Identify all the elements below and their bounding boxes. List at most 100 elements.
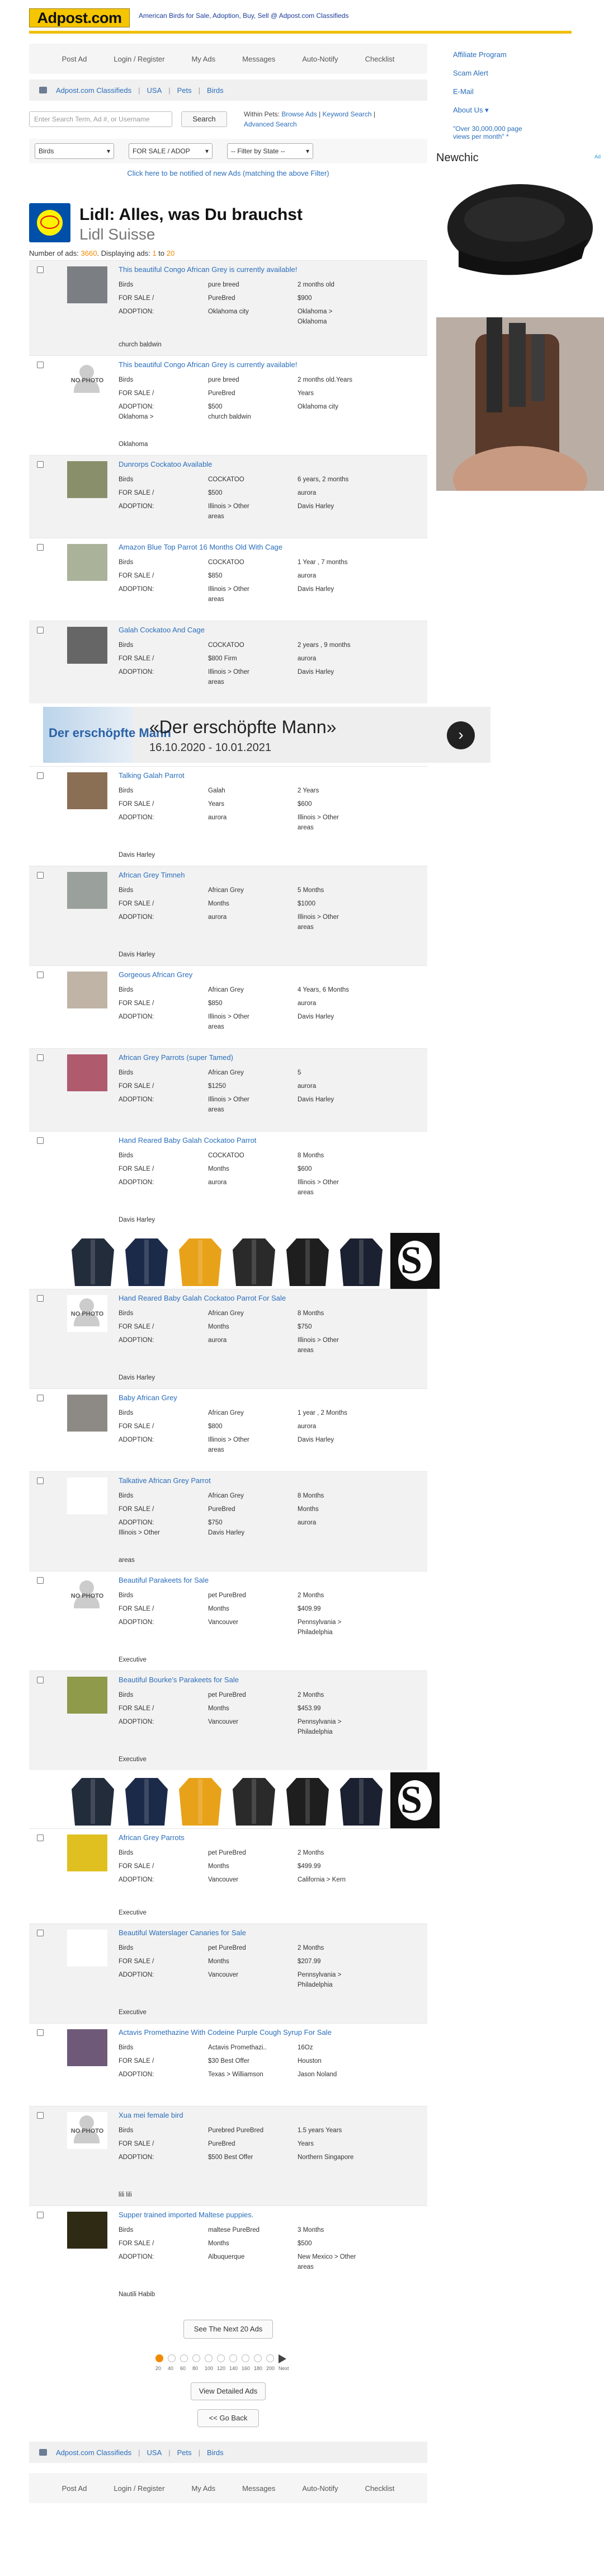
listing-photo[interactable] (67, 1834, 107, 1871)
about-us-link[interactable]: About Us ▾ (453, 106, 489, 114)
listing-title[interactable]: Xua mei female bird (119, 2111, 183, 2119)
next-page-button[interactable]: See The Next 20 Ads (183, 2320, 273, 2339)
category-select[interactable]: Birds ▾ (35, 143, 114, 159)
nav-login[interactable]: Login / Register (100, 55, 178, 63)
listing-photo[interactable] (67, 972, 107, 1008)
page-dot[interactable] (217, 2354, 225, 2362)
listing-title[interactable]: Baby African Grey (119, 1393, 177, 1402)
listing-title[interactable]: Talkative African Grey Parrot (119, 1476, 211, 1485)
page-number[interactable]: 200 (266, 2366, 275, 2371)
newchic-ad[interactable]: Newchic Ad (436, 152, 604, 491)
listing-photo[interactable] (67, 544, 107, 581)
nav-post-ad[interactable]: Post Ad (49, 2484, 101, 2493)
arrow-right-icon[interactable]: › (447, 721, 475, 749)
page-dot[interactable] (242, 2354, 249, 2362)
page-number[interactable]: 40 (168, 2366, 173, 2371)
jacket-product-image[interactable] (337, 1772, 386, 1828)
nav-login[interactable]: Login / Register (100, 2484, 178, 2493)
listing-photo[interactable] (67, 772, 107, 809)
listing-title[interactable]: Beautiful Bourke's Parakeets for Sale (119, 1676, 239, 1684)
jacket-product-image[interactable] (122, 1233, 171, 1289)
nav-auto-notify[interactable]: Auto-Notify (289, 55, 351, 63)
listing-title[interactable]: Beautiful Parakeets for Sale (119, 1576, 209, 1584)
affiliate-link[interactable]: Affiliate Program (453, 50, 507, 59)
logo[interactable]: Adpost.com (29, 8, 130, 27)
state-select[interactable]: -- Filter by State -- ▾ (227, 143, 313, 159)
select-checkbox[interactable] (37, 1577, 44, 1584)
listing-title[interactable]: Dunrorps Cockatoo Available (119, 460, 212, 468)
listing-photo[interactable] (67, 1054, 107, 1091)
page-number[interactable]: 100 (205, 2366, 213, 2371)
listing-title[interactable]: Gorgeous African Grey (119, 970, 192, 979)
listing-photo[interactable] (67, 872, 107, 909)
jackets-ad[interactable]: S (29, 1233, 532, 1289)
crumb-classifieds[interactable]: Adpost.com Classifieds (56, 2448, 131, 2457)
jacket-product-image[interactable] (283, 1233, 332, 1289)
page-number[interactable]: 60 (180, 2366, 186, 2371)
select-checkbox[interactable] (37, 1395, 44, 1401)
page-dot[interactable] (180, 2354, 188, 2362)
jacket-product-image[interactable] (229, 1772, 279, 1828)
select-checkbox[interactable] (37, 1677, 44, 1683)
jacket-product-image[interactable]: S (390, 1772, 440, 1828)
listing-title[interactable]: Supper trained imported Maltese puppies. (119, 2211, 253, 2219)
page-dot[interactable] (192, 2354, 200, 2362)
listing-title[interactable]: Hand Reared Baby Galah Cockatoo Parrot (119, 1136, 256, 1144)
no-photo-placeholder[interactable]: NO PHOTO (67, 1295, 107, 1332)
page-number[interactable]: 20 (155, 2366, 161, 2371)
listing-photo[interactable] (67, 1395, 107, 1432)
listing-title[interactable]: Hand Reared Baby Galah Cockatoo Parrot F… (119, 1294, 286, 1302)
nav-my-ads[interactable]: My Ads (178, 2484, 229, 2493)
search-input[interactable]: Enter Search Term, Ad #, or Username (29, 111, 172, 127)
exhibition-banner-ad[interactable]: Der erschöpfte Mann «Der erschöpfte Mann»… (43, 707, 490, 763)
nav-checklist[interactable]: Checklist (352, 2484, 408, 2493)
lidl-ad[interactable]: Lidl: Alles, was Du brauchst Lidl Suisse (29, 199, 427, 243)
listing-title[interactable]: Galah Cockatoo And Cage (119, 626, 205, 634)
listing-photo[interactable] (67, 1477, 107, 1514)
view-detailed-button[interactable]: View Detailed Ads (191, 2382, 266, 2400)
jacket-product-image[interactable] (337, 1233, 386, 1289)
select-checkbox[interactable] (37, 266, 44, 273)
scam-alert-link[interactable]: Scam Alert (453, 69, 488, 77)
jackets-ad[interactable]: S (29, 1772, 532, 1828)
listing-photo[interactable] (67, 2029, 107, 2066)
crumb-usa[interactable]: USA (147, 86, 162, 95)
no-photo-placeholder[interactable]: NO PHOTO (67, 1577, 107, 1614)
listing-title[interactable]: African Grey Parrots (119, 1833, 185, 1842)
crumb-usa[interactable]: USA (147, 2448, 162, 2457)
crumb-birds[interactable]: Birds (207, 2448, 224, 2457)
jacket-product-image[interactable] (68, 1233, 117, 1289)
listing-photo[interactable] (67, 1677, 107, 1714)
listing-title[interactable]: This beautiful Congo African Grey is cur… (119, 360, 297, 369)
page-number[interactable]: 120 (217, 2366, 225, 2371)
no-photo-placeholder[interactable]: NO PHOTO (67, 2112, 107, 2149)
select-checkbox[interactable] (37, 544, 44, 551)
select-checkbox[interactable] (37, 972, 44, 978)
crumb-pets[interactable]: Pets (177, 2448, 192, 2457)
listing-title[interactable]: Beautiful Waterslager Canaries for Sale (119, 1929, 246, 1937)
go-back-button[interactable]: << Go Back (197, 2409, 259, 2427)
email-link[interactable]: E-Mail (453, 87, 474, 96)
jacket-product-image[interactable] (68, 1772, 117, 1828)
jacket-product-image[interactable]: S (390, 1233, 440, 1289)
listing-photo[interactable] (67, 266, 107, 303)
listing-photo[interactable] (67, 461, 107, 498)
listing-title[interactable]: Talking Galah Parrot (119, 771, 185, 780)
page-number[interactable]: 140 (229, 2366, 238, 2371)
select-checkbox[interactable] (37, 1477, 44, 1484)
no-photo-placeholder[interactable]: NO PHOTO (67, 362, 107, 398)
crumb-pets[interactable]: Pets (177, 86, 192, 95)
select-checkbox[interactable] (37, 872, 44, 879)
jacket-product-image[interactable] (229, 1233, 279, 1289)
nav-post-ad[interactable]: Post Ad (49, 55, 101, 63)
select-checkbox[interactable] (37, 1930, 44, 1936)
jacket-product-image[interactable] (176, 1233, 225, 1289)
next-page-icon[interactable] (279, 2354, 286, 2363)
home-icon[interactable] (39, 2449, 47, 2456)
listing-title[interactable]: Actavis Promethazine With Codeine Purple… (119, 2028, 332, 2037)
page-number[interactable]: 80 (192, 2366, 198, 2371)
page-number[interactable]: Next (279, 2366, 289, 2371)
advanced-search-link[interactable]: Advanced Search (244, 120, 297, 128)
keyword-search-link[interactable]: Keyword Search (323, 110, 372, 118)
page-dot[interactable] (266, 2354, 274, 2362)
